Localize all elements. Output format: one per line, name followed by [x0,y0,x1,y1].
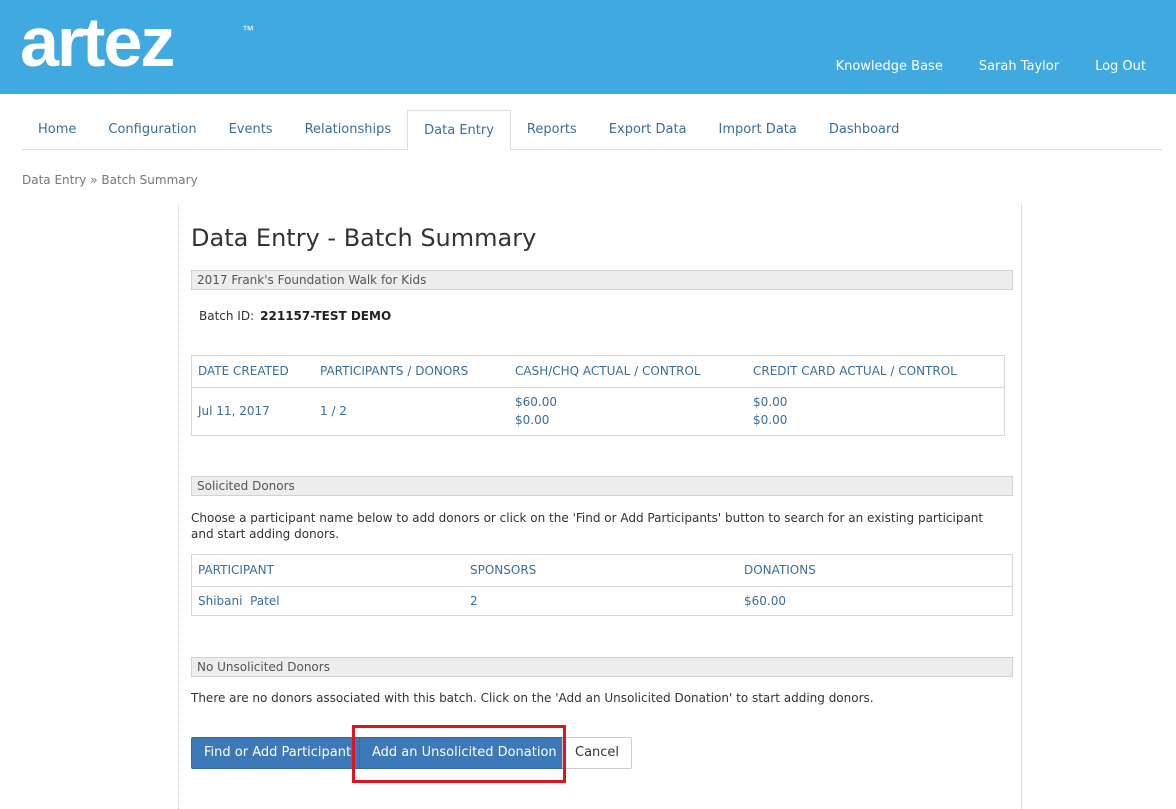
column-header: SPONSORS [464,555,738,587]
top-links: Knowledge Base Sarah Taylor Log Out [800,59,1146,74]
user-name-link[interactable]: Sarah Taylor [979,59,1059,74]
tab-dashboard[interactable]: Dashboard [813,110,916,150]
find-or-add-participant-button[interactable]: Find or Add Participant [191,737,365,769]
svg-text:™: ™ [242,23,254,37]
tab-import-data[interactable]: Import Data [703,110,813,150]
cc-actual: $0.00 [753,395,788,410]
unsolicited-donors-bar: No Unsolicited Donors [191,657,1013,677]
date-created: Jul 11, 2017 [198,404,270,419]
log-out-link[interactable]: Log Out [1095,59,1146,74]
main-nav: Home Configuration Events Relationships … [22,110,1162,151]
donations-amount: $60.00 [744,593,786,608]
credit-card-values: $0.00 $0.00 [747,387,1004,435]
batch-id: Batch ID: 221157-TEST DEMO [199,309,391,323]
cancel-button[interactable]: Cancel [562,737,633,769]
page-title: Data Entry - Batch Summary [191,224,537,252]
breadcrumb: Data Entry » Batch Summary [22,173,198,187]
solicited-description: Choose a participant name below to add d… [191,511,984,541]
tab-relationships[interactable]: Relationships [289,110,408,150]
batch-id-label: Batch ID: [199,309,255,323]
batch-id-value: 221157-TEST DEMO [260,309,392,323]
tab-reports[interactable]: Reports [511,110,593,150]
cc-control: $0.00 [753,413,788,428]
table-row: Jul 11, 2017 1 / 2 $60.00 $0.00 $0.00 $0… [192,387,1004,435]
artez-logo[interactable]: artez ™ [20,14,260,84]
batch-summary-table: DATE CREATED PARTICIPANTS / DONORS CASH/… [191,355,1005,436]
cash-actual: $60.00 [515,395,557,410]
unsolicited-description: There are no donors associated with this… [191,691,874,705]
tab-export-data[interactable]: Export Data [593,110,703,150]
participant-name-link[interactable]: Shibani Patel [192,586,464,615]
solicited-donors-bar: Solicited Donors [191,476,1013,496]
column-header: CASH/CHQ ACTUAL / CONTROL [509,356,747,388]
table-row: Shibani Patel 2 $60.00 [192,586,1012,615]
content-panel [178,204,1022,809]
sponsors-count: 2 [470,593,478,608]
tab-configuration[interactable]: Configuration [92,110,212,150]
event-name-bar: 2017 Frank's Foundation Walk for Kids [191,270,1013,290]
knowledge-base-link[interactable]: Knowledge Base [836,59,943,74]
participants-donors: 1 / 2 [320,404,347,419]
column-header: PARTICIPANT [192,555,464,587]
highlight-box [352,725,566,783]
column-header: DONATIONS [738,555,1012,587]
tab-home[interactable]: Home [22,110,92,150]
cash-values: $60.00 $0.00 [509,387,747,435]
column-header: PARTICIPANTS / DONORS [314,356,509,388]
tab-events[interactable]: Events [213,110,289,150]
cash-control: $0.00 [515,413,550,428]
column-header: CREDIT CARD ACTUAL / CONTROL [747,356,1004,388]
app-header: artez ™ Knowledge Base Sarah Taylor Log … [0,0,1176,94]
column-header: DATE CREATED [192,356,314,388]
tab-data-entry[interactable]: Data Entry [407,110,511,151]
svg-text:artez: artez [20,14,173,81]
solicited-donors-table: PARTICIPANT SPONSORS DONATIONS Shibani P… [191,554,1013,616]
